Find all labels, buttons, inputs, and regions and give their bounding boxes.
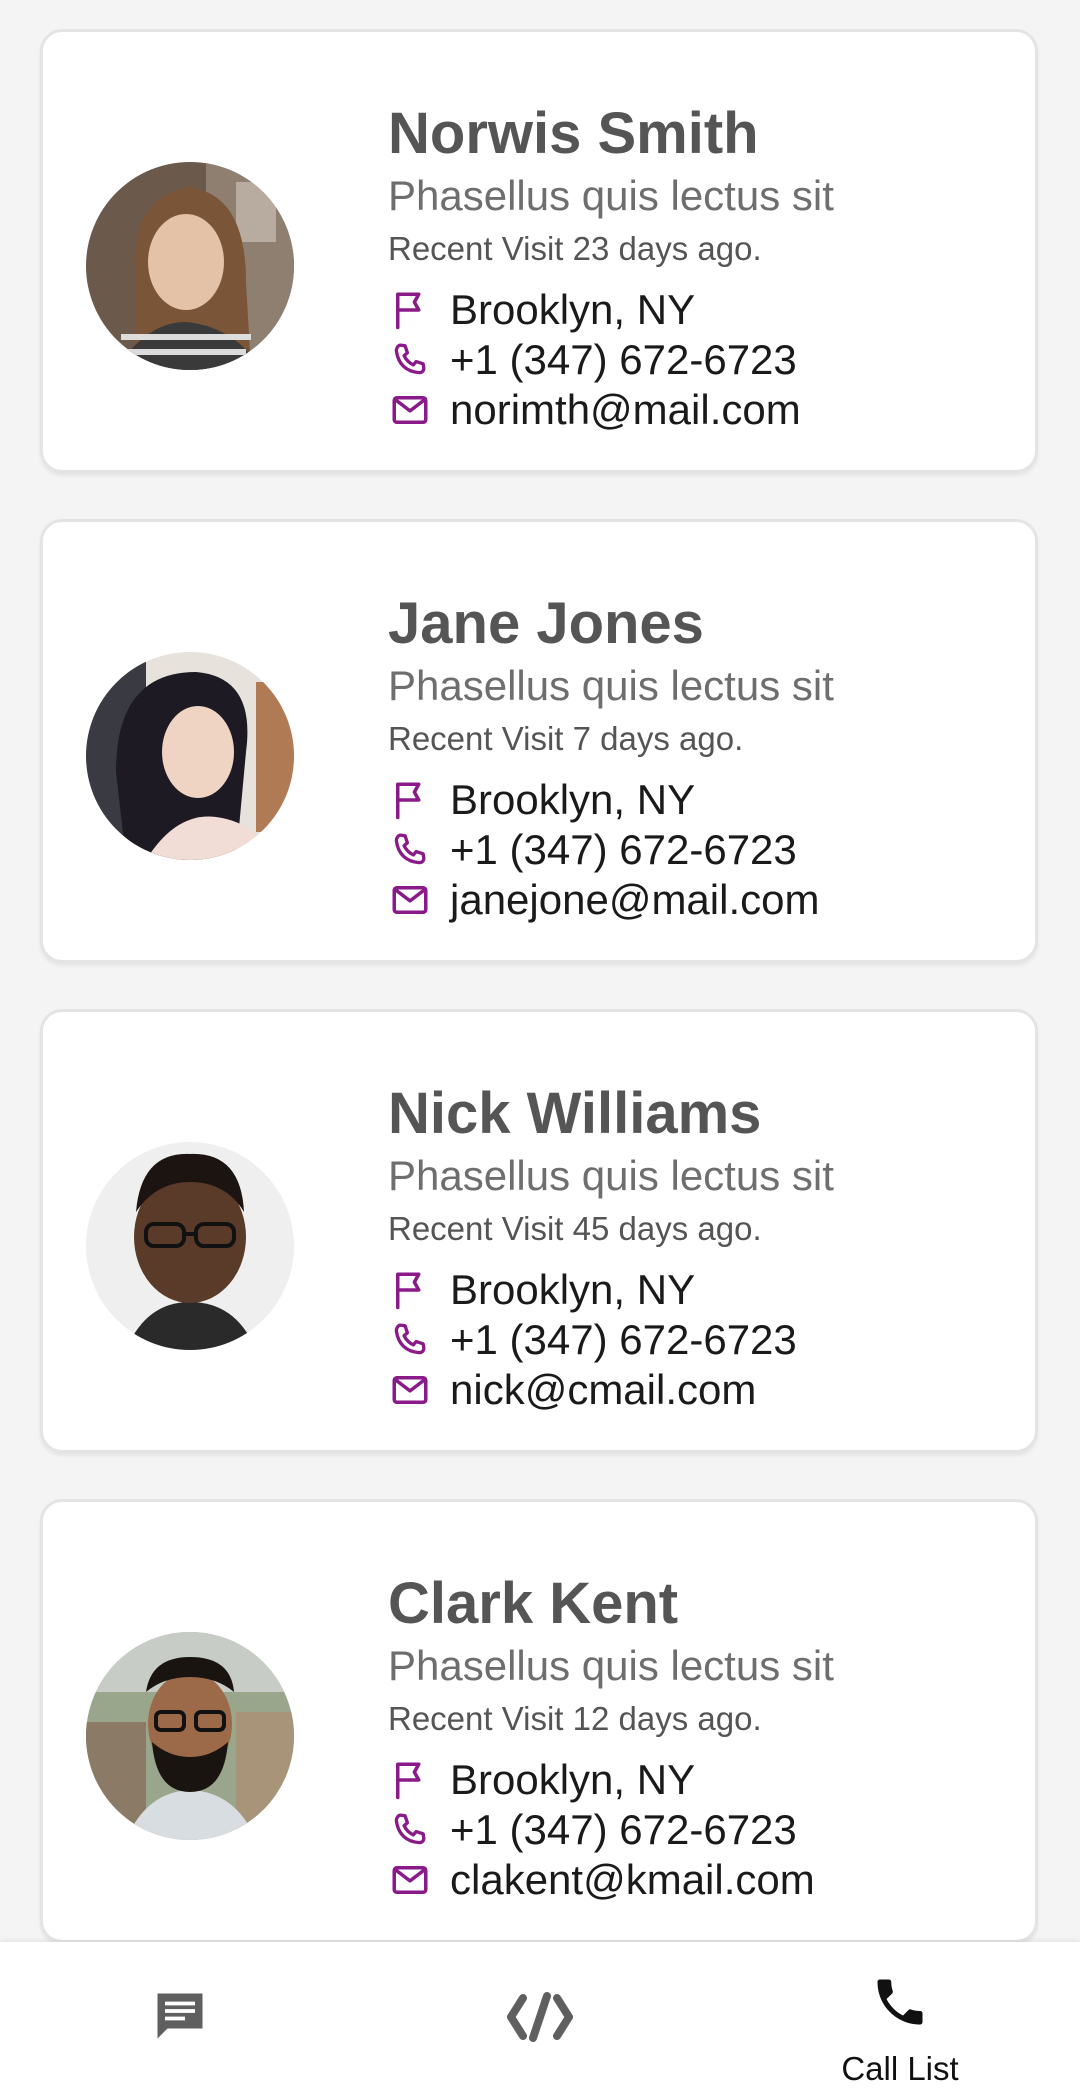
phone-icon	[388, 338, 432, 382]
phone-icon	[870, 1972, 930, 2037]
location-row: Brooklyn, NY	[388, 775, 695, 825]
phone-text[interactable]: +1 (347) 672-6723	[450, 1319, 797, 1361]
avatar	[86, 162, 294, 370]
contact-name: Nick Williams	[388, 1081, 762, 1146]
recent-visit: Recent Visit 12 days ago.	[388, 1700, 762, 1737]
nav-item-call-list[interactable]: Call List	[800, 1942, 1000, 2092]
flag-icon	[388, 1268, 432, 1312]
recent-visit: Recent Visit 45 days ago.	[388, 1210, 762, 1247]
code-icon	[507, 1992, 573, 2047]
avatar	[86, 1142, 294, 1350]
bottom-navigation: Call List	[0, 1942, 1080, 2092]
email-row[interactable]: clakent@kmail.com	[388, 1855, 815, 1905]
location-row: Brooklyn, NY	[388, 1755, 695, 1805]
mail-icon	[388, 1368, 432, 1412]
contact-subtitle: Phasellus quis lectus sit	[388, 1642, 834, 1689]
phone-icon	[388, 1808, 432, 1852]
avatar	[86, 652, 294, 860]
phone-text[interactable]: +1 (347) 672-6723	[450, 1809, 797, 1851]
contact-list: Norwis Smith Phasellus quis lectus sit R…	[40, 29, 1038, 1989]
email-text[interactable]: clakent@kmail.com	[450, 1859, 815, 1901]
contact-card[interactable]: Nick Williams Phasellus quis lectus sit …	[40, 1009, 1038, 1453]
chat-icon	[150, 1986, 210, 2051]
mail-icon	[388, 878, 432, 922]
phone-icon	[388, 828, 432, 872]
location-text: Brooklyn, NY	[450, 1756, 696, 1803]
mail-icon	[388, 388, 432, 432]
contact-card[interactable]: Clark Kent Phasellus quis lectus sit Rec…	[40, 1499, 1038, 1943]
phone-row[interactable]: +1 (347) 672-6723	[388, 825, 797, 875]
nav-label-call-list: Call List	[841, 2050, 959, 2087]
location-text: Brooklyn, NY	[450, 286, 696, 333]
recent-visit: Recent Visit 23 days ago.	[388, 230, 762, 267]
email-row[interactable]: norimth@mail.com	[388, 385, 801, 435]
flag-icon	[388, 288, 432, 332]
phone-row[interactable]: +1 (347) 672-6723	[388, 335, 797, 385]
phone-icon	[388, 1318, 432, 1362]
phone-row[interactable]: +1 (347) 672-6723	[388, 1315, 797, 1365]
contact-name: Clark Kent	[388, 1571, 679, 1636]
location-row: Brooklyn, NY	[388, 285, 695, 335]
contact-subtitle: Phasellus quis lectus sit	[388, 172, 834, 219]
mail-icon	[388, 1858, 432, 1902]
email-row[interactable]: janejone@mail.com	[388, 875, 819, 925]
location-row: Brooklyn, NY	[388, 1265, 695, 1315]
flag-icon	[388, 1758, 432, 1802]
email-text[interactable]: norimth@mail.com	[450, 389, 801, 431]
phone-text[interactable]: +1 (347) 672-6723	[450, 339, 797, 381]
nav-item-code[interactable]	[440, 1942, 640, 2092]
phone-row[interactable]: +1 (347) 672-6723	[388, 1805, 797, 1855]
nav-item-chat[interactable]	[80, 1942, 280, 2092]
email-text[interactable]: nick@cmail.com	[450, 1369, 756, 1411]
email-text[interactable]: janejone@mail.com	[450, 879, 819, 921]
email-row[interactable]: nick@cmail.com	[388, 1365, 756, 1415]
contact-subtitle: Phasellus quis lectus sit	[388, 662, 834, 709]
location-text: Brooklyn, NY	[450, 1266, 696, 1313]
contact-card[interactable]: Norwis Smith Phasellus quis lectus sit R…	[40, 29, 1038, 473]
flag-icon	[388, 778, 432, 822]
contact-card[interactable]: Jane Jones Phasellus quis lectus sit Rec…	[40, 519, 1038, 963]
contact-subtitle: Phasellus quis lectus sit	[388, 1152, 834, 1199]
phone-text[interactable]: +1 (347) 672-6723	[450, 829, 797, 871]
contact-name: Norwis Smith	[388, 101, 759, 166]
recent-visit: Recent Visit 7 days ago.	[388, 720, 744, 757]
contact-name: Jane Jones	[388, 591, 704, 656]
location-text: Brooklyn, NY	[450, 776, 696, 823]
avatar	[86, 1632, 294, 1840]
